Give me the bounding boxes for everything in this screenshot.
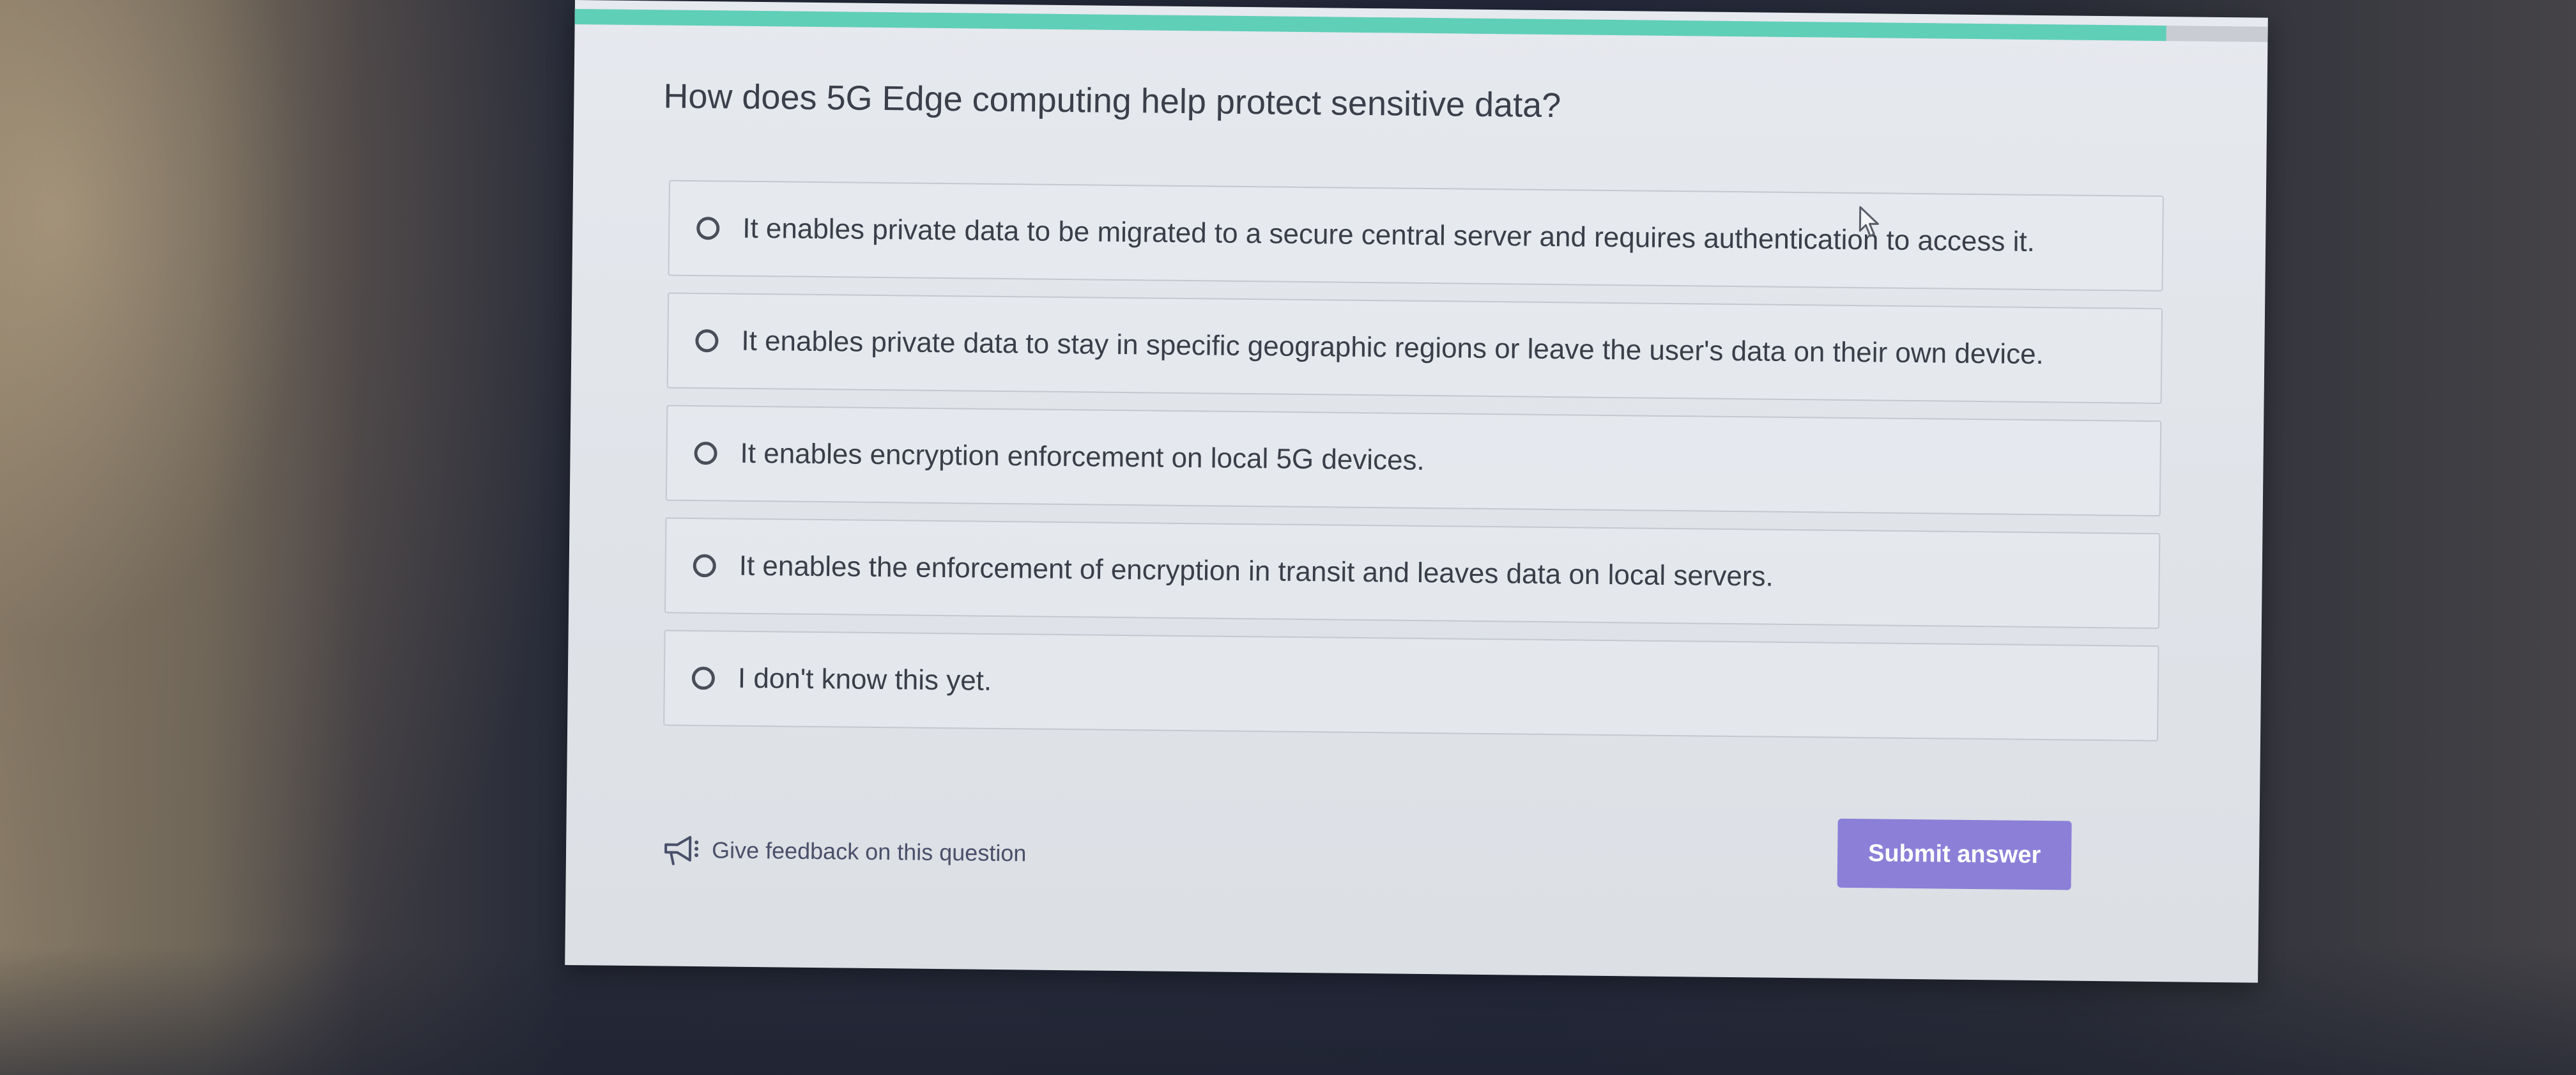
submit-answer-button[interactable]: Submit answer <box>1837 818 2072 890</box>
question-text: How does 5G Edge computing help protect … <box>663 77 1561 125</box>
radio-button-icon[interactable] <box>693 553 716 578</box>
background-ambient-light <box>0 0 575 1075</box>
give-feedback-label: Give feedback on this question <box>711 837 1027 867</box>
answer-option-1[interactable]: It enables private data to be migrated t… <box>668 180 2164 292</box>
radio-button-icon[interactable] <box>696 217 720 240</box>
answer-options: It enables private data to be migrated t… <box>663 180 2164 758</box>
answer-option-label: It enables encryption enforcement on loc… <box>740 437 1425 476</box>
answer-option-label: I don't know this yet. <box>737 662 992 697</box>
quiz-card: How does 5G Edge computing help protect … <box>565 0 2268 983</box>
megaphone-icon <box>664 835 699 865</box>
radio-button-icon[interactable] <box>695 329 719 353</box>
progress-bar-fill <box>574 8 2166 42</box>
answer-option-4[interactable]: It enables the enforcement of encryption… <box>664 517 2161 630</box>
answer-option-5[interactable]: I don't know this yet. <box>663 630 2159 742</box>
radio-button-icon[interactable] <box>691 666 716 690</box>
answer-option-label: It enables the enforcement of encryption… <box>739 550 1774 592</box>
answer-option-label: It enables private data to stay in speci… <box>741 325 2044 371</box>
mouse-pointer-icon <box>1859 206 1879 237</box>
progress-bar <box>574 8 2268 42</box>
radio-button-icon[interactable] <box>694 441 717 465</box>
answer-option-2[interactable]: It enables private data to stay in speci… <box>666 292 2163 405</box>
answer-option-label: It enables private data to be migrated t… <box>742 212 2035 258</box>
give-feedback-link[interactable]: Give feedback on this question <box>662 831 1027 871</box>
answer-option-3[interactable]: It enables encryption enforcement on loc… <box>665 405 2162 517</box>
